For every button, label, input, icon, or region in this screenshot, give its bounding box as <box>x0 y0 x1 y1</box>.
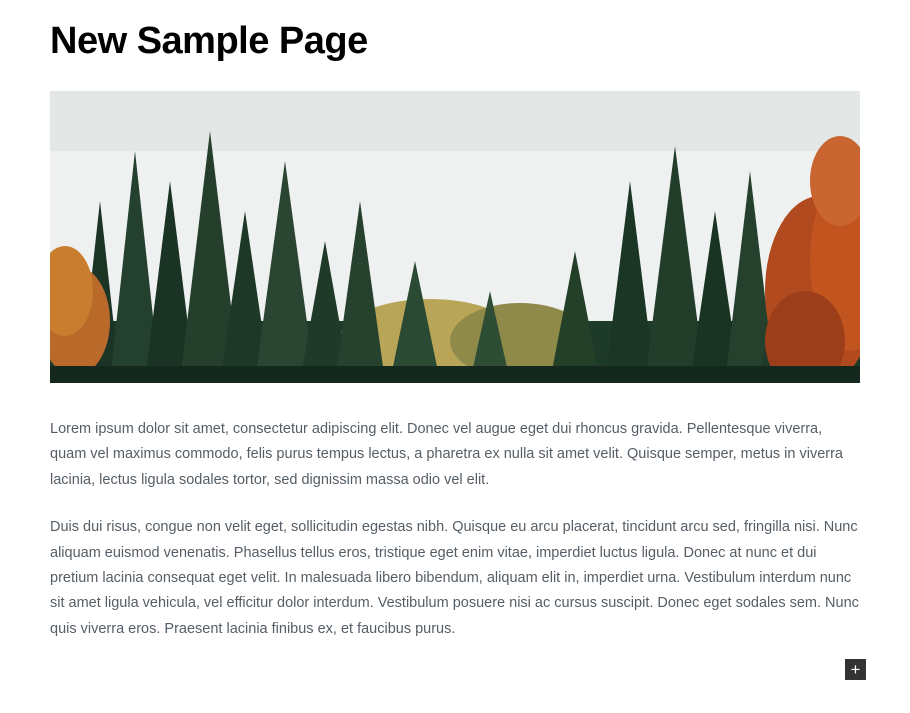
hero-image <box>50 91 860 383</box>
add-button[interactable]: + <box>845 659 866 680</box>
body-paragraph: Duis dui risus, congue non velit eget, s… <box>50 515 860 642</box>
plus-icon: + <box>851 661 861 678</box>
page-title: New Sample Page <box>50 20 860 63</box>
body-paragraph: Lorem ipsum dolor sit amet, consectetur … <box>50 417 860 493</box>
